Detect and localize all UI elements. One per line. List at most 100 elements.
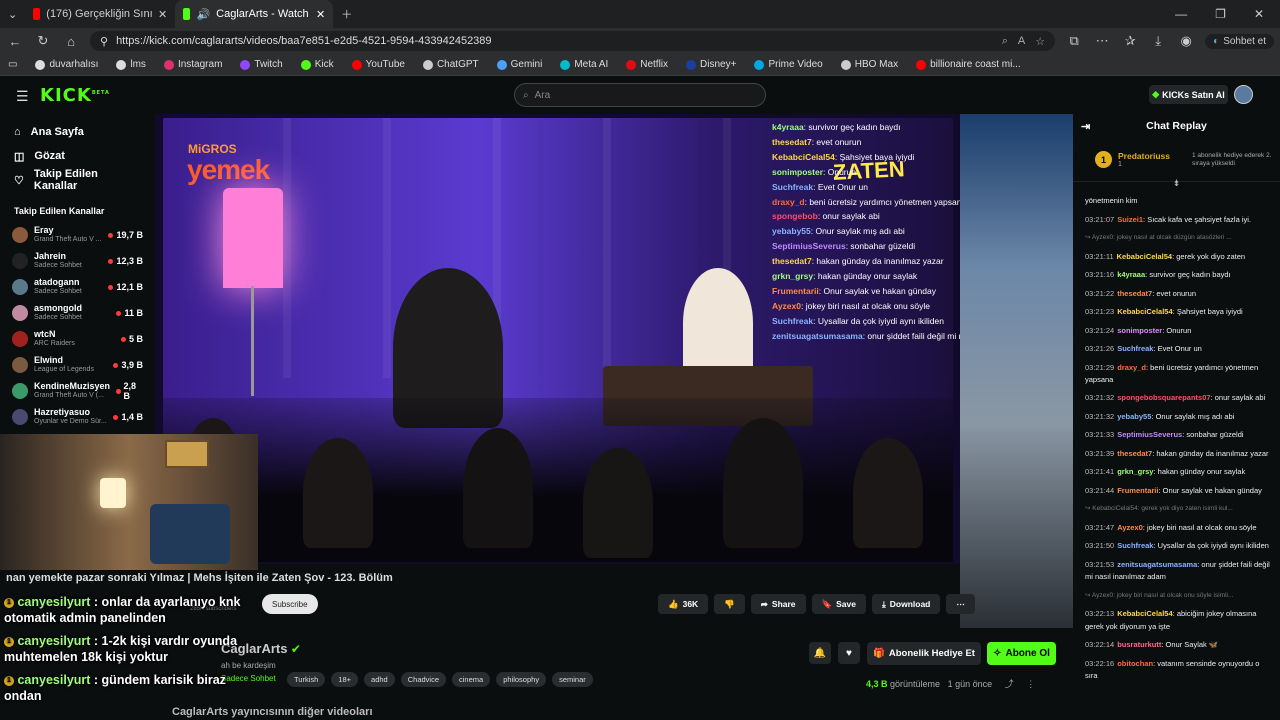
chat-username[interactable]: zenitsuagatsumasama [1117, 560, 1197, 569]
user-avatar[interactable] [1234, 85, 1253, 104]
bookmark-item[interactable]: duvarhalısı [35, 59, 98, 70]
kick-logo[interactable]: KICKBETA [40, 85, 110, 106]
chat-username[interactable]: yebaby55 [1117, 412, 1151, 421]
sidebar-nav-item[interactable]: ♡ Takip Edilen Kanallar [0, 168, 155, 192]
channel-avatar [12, 357, 28, 373]
extensions-icon[interactable]: ⧉ [1065, 33, 1083, 49]
tag-chip[interactable]: Turkish [287, 672, 326, 687]
bookmark-item[interactable]: Instagram [163, 59, 222, 70]
tag-chip[interactable]: Chadvice [400, 672, 447, 687]
followed-channel[interactable]: wtcN ARC Raiders 5 B [0, 326, 155, 352]
chat-username[interactable]: sonimposter [1117, 326, 1162, 335]
download-icon[interactable]: ⤓ [1149, 33, 1167, 49]
chat-username[interactable]: Suizei1 [1117, 215, 1143, 224]
sidebar-nav-item[interactable]: ⌂ Ana Sayfa [0, 120, 155, 144]
more-icon[interactable]: ⋯ [1093, 33, 1111, 49]
menu-icon[interactable]: ☰ [16, 88, 29, 105]
buy-kicks-button[interactable]: ◆ KICKs Satın Al [1149, 85, 1228, 104]
tag-chip[interactable]: seminar [552, 672, 593, 687]
more-options-icon[interactable]: ⋮ [1026, 679, 1035, 689]
bookmark-item[interactable]: Kick [300, 59, 334, 70]
site-info-icon[interactable]: ⚲ [100, 35, 108, 48]
back-icon[interactable]: ← [6, 34, 24, 49]
close-icon[interactable]: ✕ [158, 8, 167, 21]
follow-button[interactable]: ✧ Abone Ol [987, 642, 1056, 665]
minimize-icon[interactable]: — [1175, 7, 1187, 21]
chat-username[interactable]: spongebobsquarepants07 [1117, 393, 1210, 402]
search-input[interactable]: ⌕ Ara [514, 83, 766, 107]
copilot-chat-button[interactable]: ◐ Sohbet et [1205, 33, 1274, 49]
speaker-icon[interactable]: 🔊 [196, 8, 210, 21]
followed-channel[interactable]: asmongold Sadece Sohbet 11 B [0, 300, 155, 326]
share-icon[interactable]: ⤴ [1005, 679, 1014, 689]
bookmark-item[interactable]: Prime Video [754, 59, 823, 70]
url-field[interactable]: ⚲ https://kick.com/caglararts/videos/baa… [90, 31, 1056, 51]
followed-channel[interactable]: KendineMuzisyen Grand Theft Auto V (... 2,… [0, 378, 155, 404]
read-aloud-icon[interactable]: A [1018, 35, 1025, 48]
chat-username[interactable]: thesedat7 [1117, 289, 1152, 298]
chat-username[interactable]: k4yraaa [1117, 270, 1145, 279]
close-window-icon[interactable]: ✕ [1254, 7, 1264, 21]
new-tab-button[interactable]: ＋ [333, 0, 360, 28]
dislike-button[interactable]: 👎 [714, 594, 745, 614]
followed-channel[interactable]: Eray Grand Theft Auto V ... 19,7 B [0, 222, 155, 248]
bookmark-item[interactable]: billionaire coast mi... [916, 59, 1021, 70]
bookmark-item[interactable]: HBO Max [840, 59, 898, 70]
favorites-icon[interactable]: ✰ [1121, 33, 1139, 49]
save-button[interactable]: 🔖 Save [811, 594, 866, 614]
collapse-chat-icon[interactable]: ⇥ [1081, 120, 1090, 133]
heart-icon[interactable]: ♥ [838, 642, 860, 664]
home-icon[interactable]: ⌂ [62, 34, 80, 49]
bookmarks-icon[interactable]: ▭ [8, 59, 17, 70]
sidebar-nav-item[interactable]: ◫ Gözat [0, 144, 155, 168]
chat-username[interactable]: KebabciCelal54 [1117, 252, 1172, 261]
followed-channel[interactable]: Jahrein Sadece Sohbet 12,3 B [0, 248, 155, 274]
tag-chip[interactable]: 18+ [331, 672, 359, 687]
chat-username[interactable]: SeptimiusSeverus [1117, 430, 1182, 439]
chat-username[interactable]: busraturkutt [1117, 640, 1161, 649]
zoom-icon[interactable]: ⌕ [1002, 35, 1008, 48]
profile-icon[interactable]: ◉ [1177, 33, 1195, 49]
maximize-icon[interactable]: ❐ [1215, 7, 1226, 21]
followed-channel[interactable]: Elwind League of Legends 3,9 B [0, 352, 155, 378]
bookmark-item[interactable]: Netflix [626, 59, 668, 70]
close-icon[interactable]: ✕ [316, 8, 325, 21]
favorite-star-icon[interactable]: ☆ [1035, 35, 1045, 48]
subscribe-button[interactable]: Subscribe [262, 594, 318, 614]
chat-username[interactable]: thesedat7 [1117, 449, 1152, 458]
bookmark-item[interactable]: YouTube [351, 59, 405, 70]
browser-tab-kick[interactable]: 🔊 CaglarArts - Watch the VOD o... ✕ [175, 0, 334, 28]
chat-username[interactable]: Suchfreak [1117, 541, 1153, 550]
chat-username[interactable]: draxy_d [1117, 363, 1146, 372]
tab-list-button[interactable]: ⌄ [0, 0, 25, 28]
download-button[interactable]: ⤓ Download [871, 594, 941, 614]
like-button[interactable]: 👍 36K [658, 594, 709, 614]
tag-chip[interactable]: cinema [452, 672, 491, 687]
chat-username[interactable]: Ayzex0 [1117, 523, 1143, 532]
refresh-icon[interactable]: ↻ [34, 33, 52, 49]
browser-tab-youtube[interactable]: (176) Gerçekliğin Sınırları: Simülas... … [25, 0, 175, 28]
followed-channel[interactable]: Hazretiyasuo Oyunlar ve Demo Sür... 1,4 B [0, 404, 155, 430]
followed-channel[interactable]: atadogann Sadece Sohbet 12,1 B [0, 274, 155, 300]
pinned-user[interactable]: Predatoriuss [1118, 151, 1170, 161]
chat-username[interactable]: KebabciCelal54 [1117, 307, 1172, 316]
chat-username[interactable]: KebabciCelal54 [1117, 609, 1172, 618]
bookmark-item[interactable]: ChatGPT [422, 59, 479, 70]
chat-username[interactable]: Frumentarii [1117, 486, 1158, 495]
scroll-down-icon[interactable]: ⇟ [1073, 178, 1280, 189]
bookmark-item[interactable]: Meta AI [560, 59, 608, 70]
chat-username[interactable]: grkn_grsy [1117, 467, 1153, 476]
tag-chip[interactable]: philosophy [496, 672, 547, 687]
tag-chip[interactable]: adhd [364, 672, 395, 687]
chat-messages: yönetmenin kim 03:21:07 Suizei1: Sıcak ka… [1073, 189, 1280, 683]
share-button[interactable]: ➦ Share [750, 594, 806, 614]
gift-sub-button[interactable]: 🎁 Abonelik Hediye Et [867, 642, 981, 665]
bookmark-item[interactable]: lms [116, 59, 146, 70]
bookmark-item[interactable]: Twitch [240, 59, 283, 70]
more-button[interactable]: ⋯ [946, 594, 975, 614]
chat-username[interactable]: Suchfreak [1117, 344, 1153, 353]
bookmark-item[interactable]: Disney+ [686, 59, 736, 70]
chat-username[interactable]: obitochan [1117, 659, 1153, 668]
bookmark-item[interactable]: Gemini [496, 59, 542, 70]
bell-icon[interactable]: 🔔 [809, 642, 831, 664]
